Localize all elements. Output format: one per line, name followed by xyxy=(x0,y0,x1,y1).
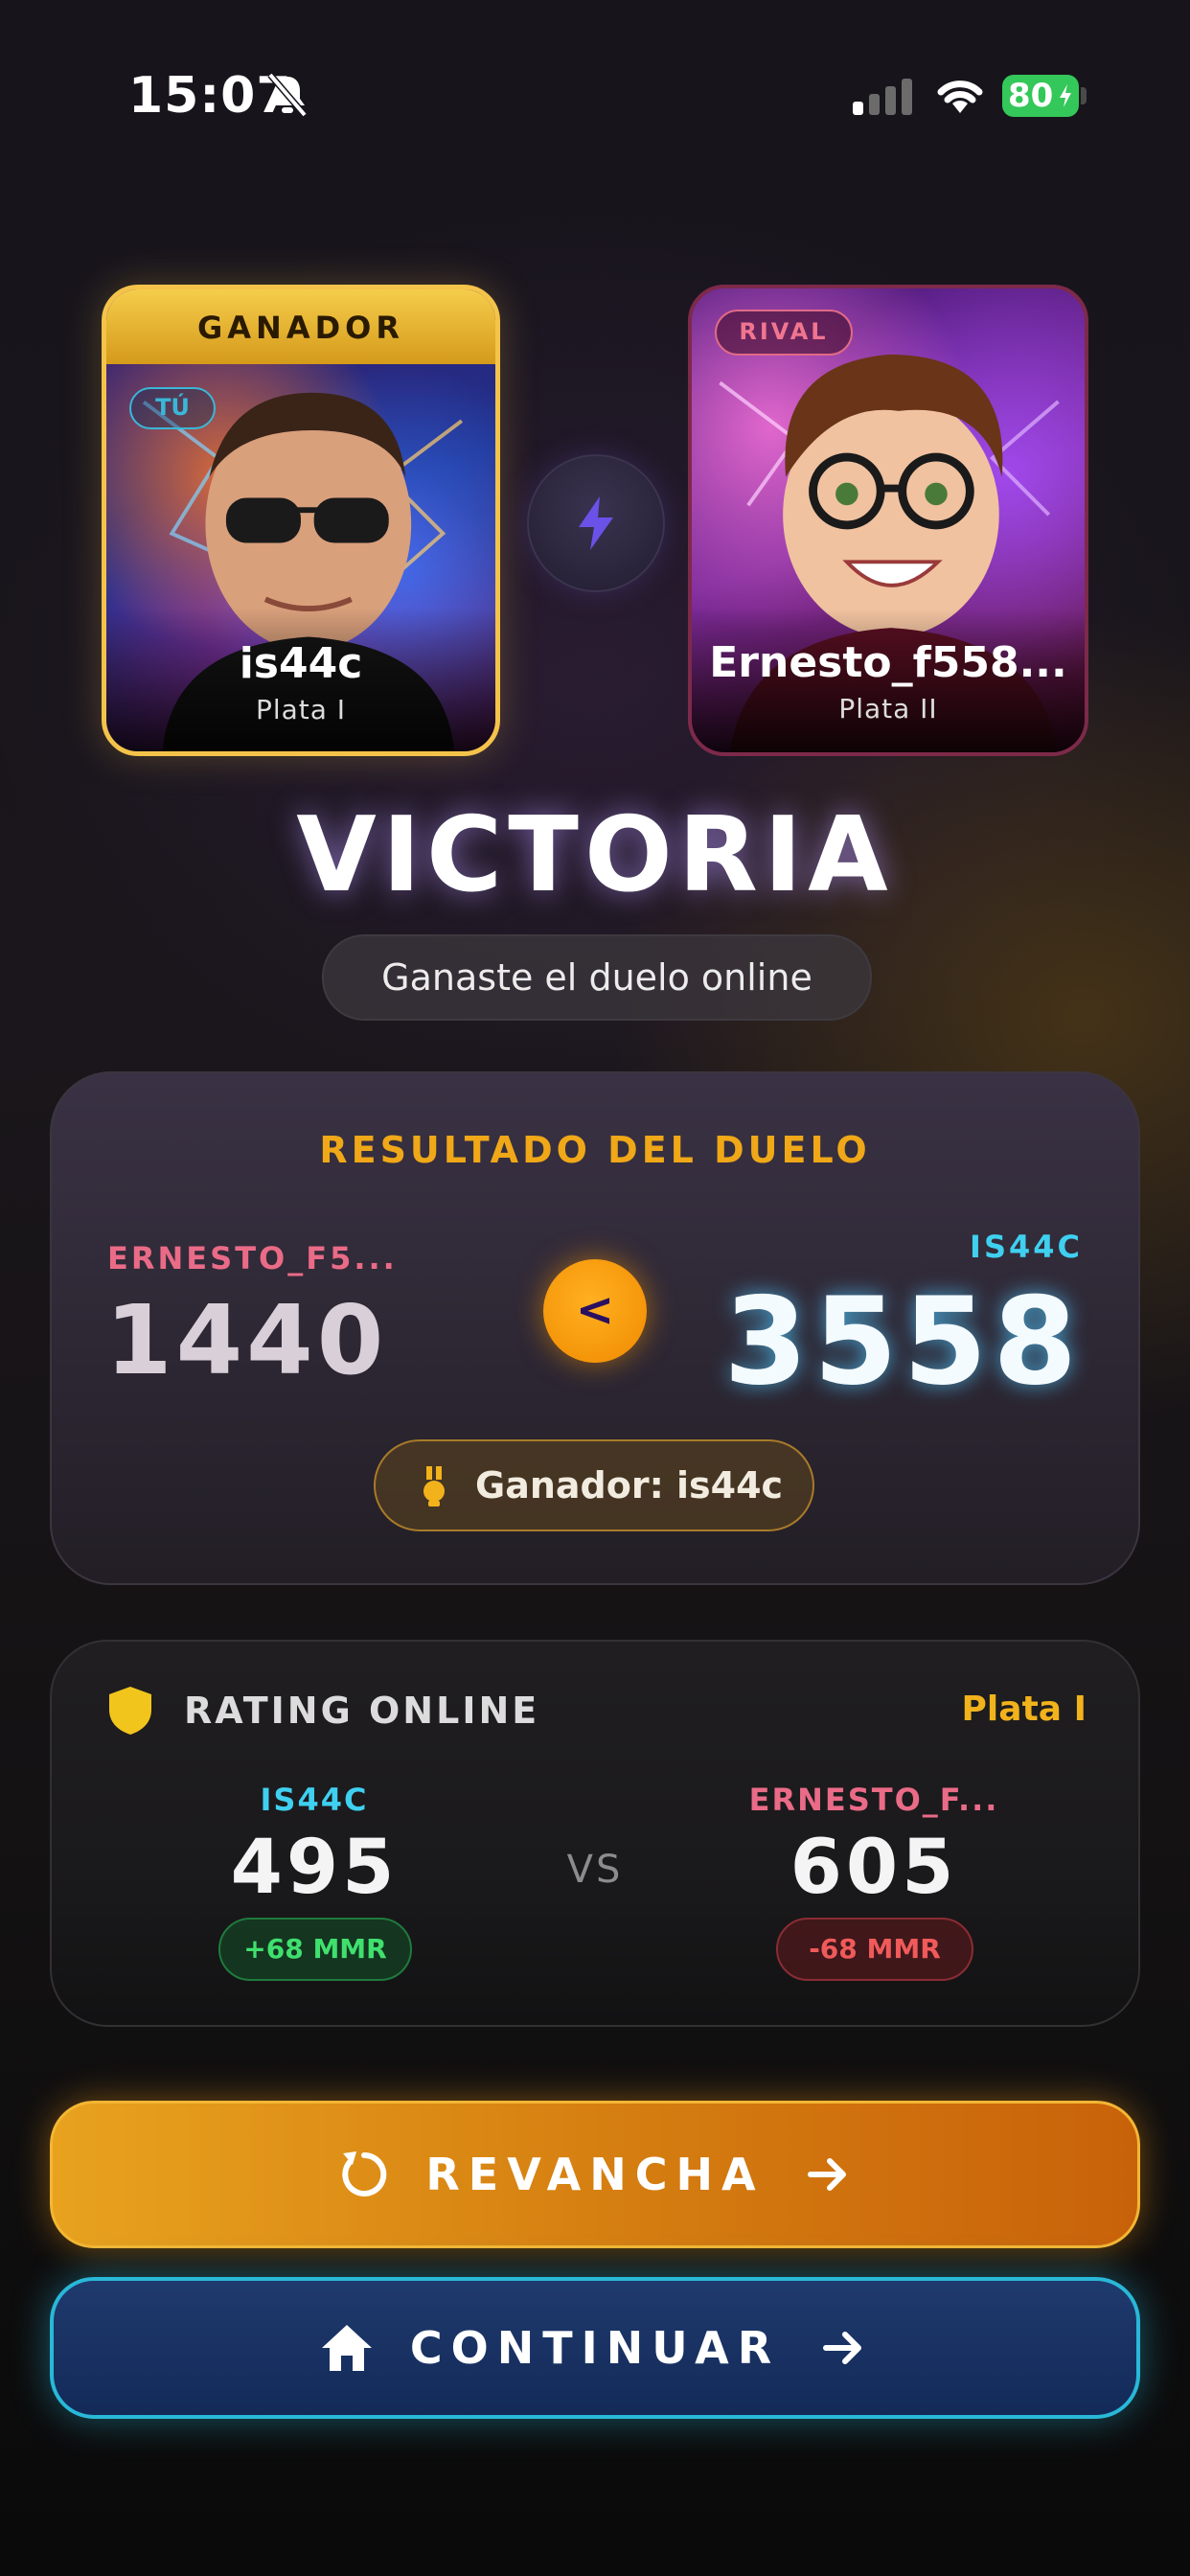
rating-rank: Plata I xyxy=(961,1690,1087,1729)
winner-text: Ganador: is44c xyxy=(475,1464,784,1506)
medal-icon xyxy=(423,1466,445,1506)
player-name-you: is44c xyxy=(239,639,363,688)
player-card-rival[interactable]: RIVAL Ernesto_f558... Plata II xyxy=(688,285,1088,756)
rematch-icon xyxy=(342,2151,387,2196)
arrow-right-icon xyxy=(807,2158,846,2191)
rating-opponent-delta: -68 MMR xyxy=(776,1918,973,1981)
rival-tag: RIVAL xyxy=(715,310,853,356)
my-score-label: IS44C xyxy=(970,1229,1083,1265)
player-card-you[interactable]: GANADOR TÚ is44c Plata I xyxy=(102,285,500,756)
rating-my-value: 495 xyxy=(230,1825,399,1911)
rematch-button[interactable]: REVANCHA xyxy=(50,2101,1140,2248)
charging-icon xyxy=(1060,84,1071,107)
player-name-rival: Ernesto_f558... xyxy=(709,638,1067,687)
wifi-icon xyxy=(937,80,983,113)
continue-label: CONTINUAR xyxy=(409,2322,781,2374)
versus-bolt-badge xyxy=(527,454,665,592)
duel-result-title: RESULTADO DEL DUELO xyxy=(319,1129,871,1171)
home-icon xyxy=(321,2325,372,2371)
lightning-icon xyxy=(579,496,613,550)
bell-muted-icon xyxy=(267,72,308,118)
continue-button[interactable]: CONTINUAR xyxy=(50,2277,1140,2419)
result-title: VICTORIA xyxy=(296,795,894,915)
rating-my-label: IS44C xyxy=(260,1782,369,1818)
rating-my-delta: +68 MMR xyxy=(218,1918,412,1981)
battery-level: 80 xyxy=(1008,77,1054,115)
you-tag: TÚ xyxy=(129,387,216,429)
player-rank-you: Plata I xyxy=(255,694,347,725)
player-rank-rival: Plata II xyxy=(838,693,938,724)
cellular-signal-icon xyxy=(853,79,912,115)
result-subtitle: Ganaste el duelo online xyxy=(322,934,872,1021)
winner-banner: GANADOR xyxy=(106,289,495,364)
my-score: 3558 xyxy=(723,1271,1083,1412)
battery-indicator: 80 xyxy=(1002,75,1079,117)
rating-vs: VS xyxy=(566,1848,624,1892)
winner-pill: Ganador: is44c xyxy=(374,1439,814,1531)
arrow-right-icon xyxy=(823,2332,862,2364)
rematch-label: REVANCHA xyxy=(425,2149,765,2200)
rating-opponent-value: 605 xyxy=(790,1825,958,1911)
battery-tip xyxy=(1081,87,1087,104)
rating-opponent-label: ERNESTO_F... xyxy=(748,1782,999,1818)
